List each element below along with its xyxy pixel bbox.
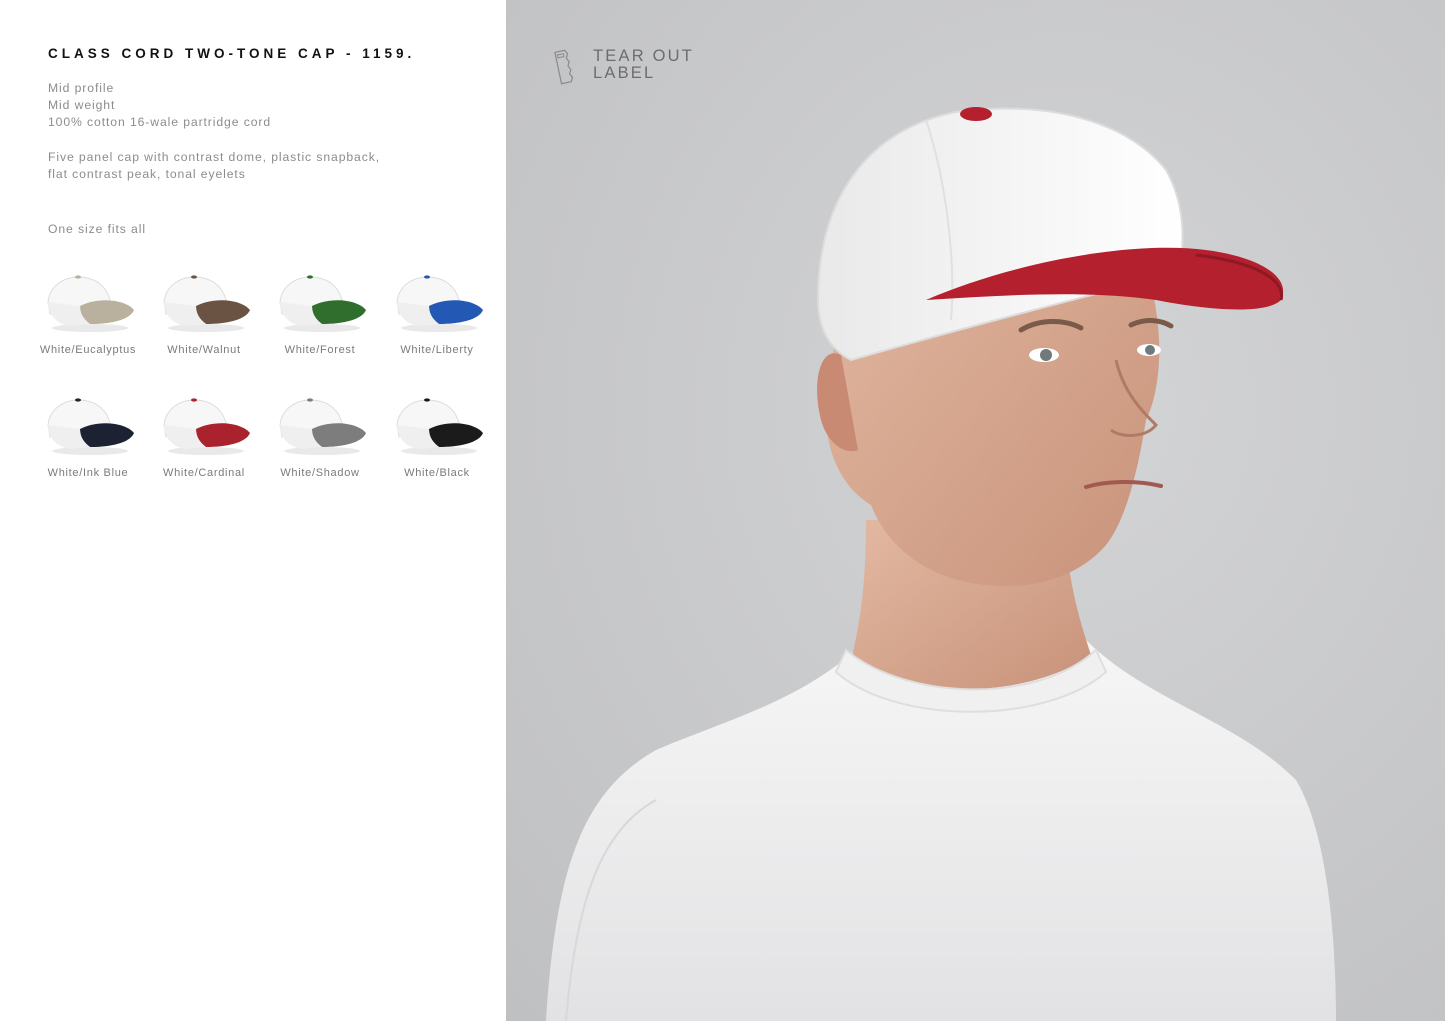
colour-swatch-cardinal[interactable]: White/Cardinal	[146, 393, 262, 493]
tear-label-icon	[554, 49, 574, 85]
cap-thumbnail	[396, 275, 483, 332]
colour-swatch-shadow[interactable]: White/Shadow	[262, 393, 378, 493]
colour-swatch-forest[interactable]: White/Forest	[262, 270, 378, 370]
colour-swatch-liberty[interactable]: White/Liberty	[379, 270, 495, 370]
cap-thumbnail	[47, 398, 134, 455]
description-line: flat contrast peak, tonal eyelets	[48, 167, 246, 181]
product-title: CLASS CORD TWO-TONE CAP - 1159.	[48, 46, 416, 61]
tear-out-line1: TEAR OUT	[593, 47, 695, 65]
cap-thumbnail	[47, 275, 134, 332]
cap-thumbnail	[279, 398, 366, 455]
cap-thumbnail	[163, 398, 250, 455]
cap-thumbnail	[396, 398, 483, 455]
cap-thumbnail	[163, 275, 250, 332]
colour-label: White/Cardinal	[163, 467, 245, 479]
colour-label: White/Forest	[284, 344, 356, 356]
size-note: One size fits all	[48, 222, 146, 236]
product-specs: Mid profile Mid weight 100% cotton 16-wa…	[48, 80, 271, 131]
colour-swatch-black[interactable]: White/Black	[379, 393, 495, 493]
cap-thumbnail	[279, 275, 366, 332]
product-info-panel: CLASS CORD TWO-TONE CAP - 1159. Mid prof…	[0, 0, 506, 1021]
colour-label: White/Eucalyptus	[39, 344, 137, 356]
model-illustration	[546, 107, 1336, 1021]
colour-label: White/Liberty	[400, 344, 474, 356]
colour-swatch-ink-blue[interactable]: White/Ink Blue	[30, 393, 146, 493]
spec-profile: Mid profile	[48, 81, 115, 95]
product-description: Five panel cap with contrast dome, plast…	[48, 149, 380, 183]
colour-label: White/Ink Blue	[47, 467, 129, 479]
colour-label: White/Black	[404, 467, 470, 479]
model-photo: TEAR OUT LABEL	[506, 0, 1445, 1021]
spec-weight: Mid weight	[48, 98, 116, 112]
colour-label: White/Walnut	[167, 344, 241, 356]
colour-swatch-eucalyptus[interactable]: White/Eucalyptus	[30, 270, 146, 370]
colour-label: White/Shadow	[280, 467, 360, 479]
spec-fabric: 100% cotton 16-wale partridge cord	[48, 115, 272, 129]
tear-out-line2: LABEL	[593, 64, 656, 82]
description-line: Five panel cap with contrast dome, plast…	[48, 150, 380, 164]
colour-swatch-walnut[interactable]: White/Walnut	[146, 270, 262, 370]
